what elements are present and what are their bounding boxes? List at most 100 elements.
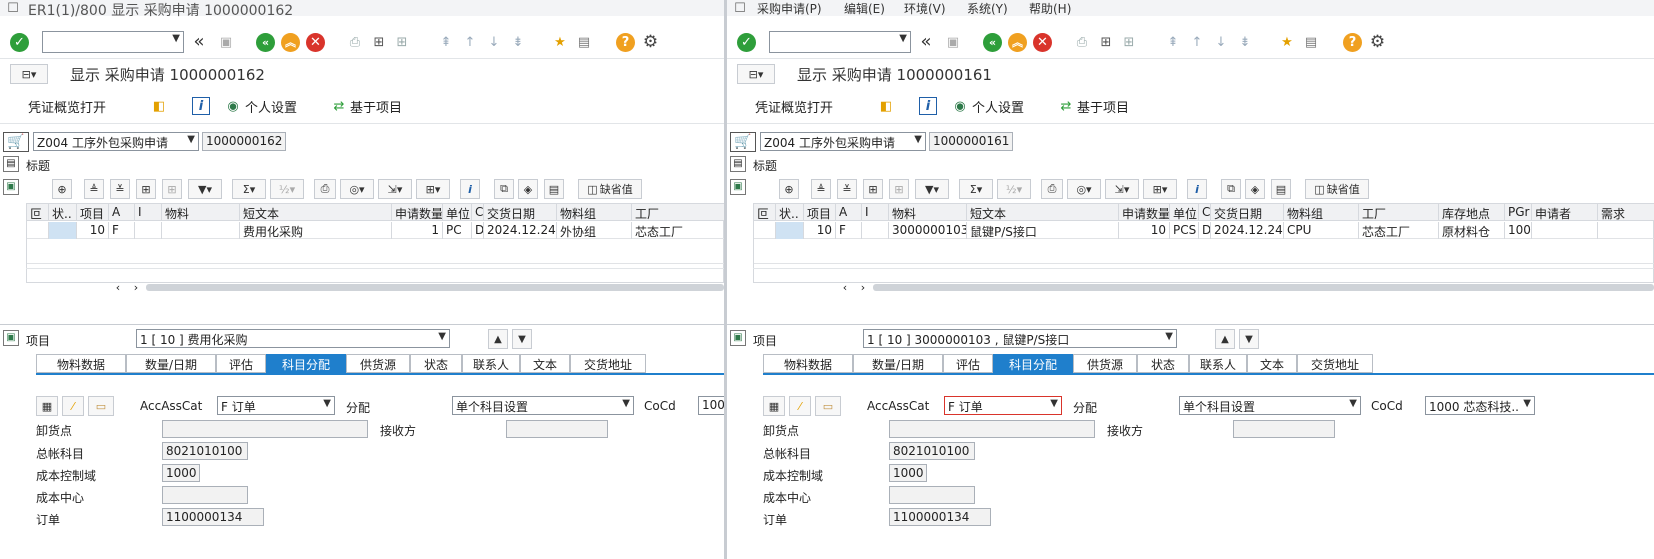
item-detail-icon[interactable]: ◈	[1245, 179, 1265, 199]
grid-details-icon[interactable]: ⊕	[52, 179, 72, 199]
enter-icon[interactable]: ✓	[737, 33, 756, 52]
expand-header-icon[interactable]: ▤	[730, 156, 746, 172]
unloading-point-field[interactable]	[889, 420, 1095, 438]
prev-item-icon[interactable]: ▲	[1215, 329, 1235, 349]
acc-ass-cat-select[interactable]: F 订单 ▼	[217, 396, 335, 415]
unloading-point-field[interactable]	[162, 420, 368, 438]
collapse-items-icon[interactable]: ▣	[730, 179, 746, 195]
cancel-icon[interactable]: ✕	[306, 33, 325, 52]
hold-icon[interactable]: ◧	[150, 97, 168, 115]
settings-gear-icon[interactable]: ⚙	[1368, 33, 1387, 52]
find-next-icon[interactable]: ⊞	[393, 33, 411, 51]
layout-icon[interactable]: ⊞▾	[416, 179, 450, 199]
recipient-field[interactable]	[1233, 420, 1335, 438]
layout-icon[interactable]: ⊞▾	[1143, 179, 1177, 199]
command-field[interactable]: ▼	[42, 31, 184, 53]
cocd-select[interactable]: 100	[698, 396, 724, 415]
tab-delivery-address[interactable]: 交货地址	[1297, 354, 1373, 373]
col-header[interactable]: 物料	[889, 204, 967, 221]
back-history-icon[interactable]: «	[189, 33, 209, 51]
table-row[interactable]: 10 F 3000000103 鼠键P/S接口 10 PCS D 2024.12…	[754, 222, 1654, 239]
first-page-icon[interactable]: ⇞	[1164, 33, 1182, 51]
col-header[interactable]: 单位	[1170, 204, 1199, 221]
item-detail-icon[interactable]: ◈	[518, 179, 538, 199]
grid-print-icon[interactable]: ⎙	[314, 179, 336, 199]
next-item-icon[interactable]: ▼	[1239, 329, 1259, 349]
tab-contact[interactable]: 联系人	[1189, 354, 1247, 373]
doc-number-field[interactable]: 1000000162	[202, 132, 286, 151]
col-header[interactable]: 申请数量	[1119, 204, 1170, 221]
col-header[interactable]: 交货日期	[484, 204, 557, 221]
based-on-item-button[interactable]: 基于项目	[1077, 97, 1129, 116]
horizontal-scrollbar[interactable]	[873, 284, 1654, 291]
personal-settings-icon[interactable]: ◉	[951, 97, 969, 115]
collapse-item-detail-icon[interactable]: ▣	[3, 330, 19, 346]
grid-view-icon[interactable]: ▦	[36, 396, 58, 416]
next-page-icon[interactable]: ↓	[1212, 33, 1230, 51]
col-header[interactable]: 库存地点	[1439, 204, 1505, 221]
controlling-area-field[interactable]: 1000	[162, 464, 200, 482]
collapse-items-icon[interactable]: ▣	[3, 179, 19, 195]
save-icon[interactable]: ▣	[943, 33, 963, 51]
distribution-select[interactable]: 单个科目设置 ▼	[452, 396, 634, 415]
back-icon[interactable]: «	[983, 33, 1002, 52]
col-header[interactable]: 短文本	[240, 204, 392, 221]
shortcut-icon[interactable]: ▤	[1302, 33, 1320, 51]
tab-quantity-date[interactable]: 数量/日期	[853, 354, 943, 373]
tab-status[interactable]: 状态	[1137, 354, 1189, 373]
tab-contact[interactable]: 联系人	[462, 354, 520, 373]
document-overview-button[interactable]: 凭证概览打开	[28, 97, 106, 116]
sum-icon[interactable]: Σ▾	[232, 179, 266, 199]
cancel-icon[interactable]: ✕	[1033, 33, 1052, 52]
print-icon[interactable]: ⎙	[346, 33, 364, 51]
col-header[interactable]: PGr	[1505, 204, 1532, 221]
window-menu-icon[interactable]: ☐	[733, 1, 747, 15]
grid-find-next-icon[interactable]: ⊞	[889, 179, 909, 199]
col-header[interactable]: 叵	[27, 204, 49, 221]
back-history-icon[interactable]: «	[916, 33, 936, 51]
print-icon[interactable]: ⎙	[1073, 33, 1091, 51]
grid-print-icon[interactable]: ⎙	[1041, 179, 1063, 199]
views-icon[interactable]: ◎▾	[340, 179, 374, 199]
horizontal-scrollbar[interactable]	[146, 284, 724, 291]
tab-status[interactable]: 状态	[410, 354, 462, 373]
copy-icon[interactable]: ⧉	[1221, 179, 1241, 199]
col-header[interactable]: 交货日期	[1211, 204, 1284, 221]
tab-material-data[interactable]: 物料数据	[36, 354, 126, 373]
shortcut-icon[interactable]: ▤	[575, 33, 593, 51]
filter-icon[interactable]: ▼▾	[915, 179, 949, 199]
col-header[interactable]: 叵	[754, 204, 776, 221]
col-header[interactable]: 单位	[443, 204, 472, 221]
grid-info-icon[interactable]: i	[1187, 179, 1207, 199]
item-doc-icon[interactable]: ▤	[544, 179, 564, 199]
col-header[interactable]: 状..	[776, 204, 804, 221]
sort-desc-icon[interactable]: ≚	[837, 179, 857, 199]
tab-account-assignment[interactable]: 科目分配	[993, 354, 1073, 373]
scroll-left-icon[interactable]: ‹	[112, 281, 124, 293]
back-icon[interactable]: «	[256, 33, 275, 52]
col-header[interactable]: 工厂	[632, 204, 724, 221]
menu-edit[interactable]: 编辑(E)	[844, 0, 885, 17]
grid-find-icon[interactable]: ⊞	[136, 179, 156, 199]
cart-icon[interactable]: 🛒	[730, 132, 756, 152]
tab-source[interactable]: 供货源	[346, 354, 410, 373]
doc-type-select[interactable]: Z004 工序外包采购申请 ▼	[33, 132, 199, 151]
default-values-button[interactable]: ◫ 缺省值	[1305, 179, 1369, 199]
hold-icon[interactable]: ◧	[877, 97, 895, 115]
acc-ass-cat-select[interactable]: F 订单 ▼	[944, 396, 1062, 415]
settings-gear-icon[interactable]: ⚙	[641, 33, 660, 52]
info-icon[interactable]: i	[192, 97, 210, 115]
tab-source[interactable]: 供货源	[1073, 354, 1137, 373]
based-on-item-icon[interactable]: ⇄	[330, 97, 348, 115]
save-icon[interactable]: ▣	[216, 33, 236, 51]
scroll-left-icon[interactable]: ‹	[839, 281, 851, 293]
grid-find-icon[interactable]: ⊞	[863, 179, 883, 199]
help-icon[interactable]: ?	[1343, 33, 1362, 52]
help-icon[interactable]: ?	[616, 33, 635, 52]
tab-text[interactable]: 文本	[1247, 354, 1297, 373]
filter-icon[interactable]: ▼▾	[188, 179, 222, 199]
gl-account-field[interactable]: 8021010100	[162, 442, 248, 460]
col-header[interactable]: 短文本	[967, 204, 1119, 221]
create-session-icon[interactable]: ★	[551, 33, 569, 51]
based-on-item-button[interactable]: 基于项目	[350, 97, 402, 116]
